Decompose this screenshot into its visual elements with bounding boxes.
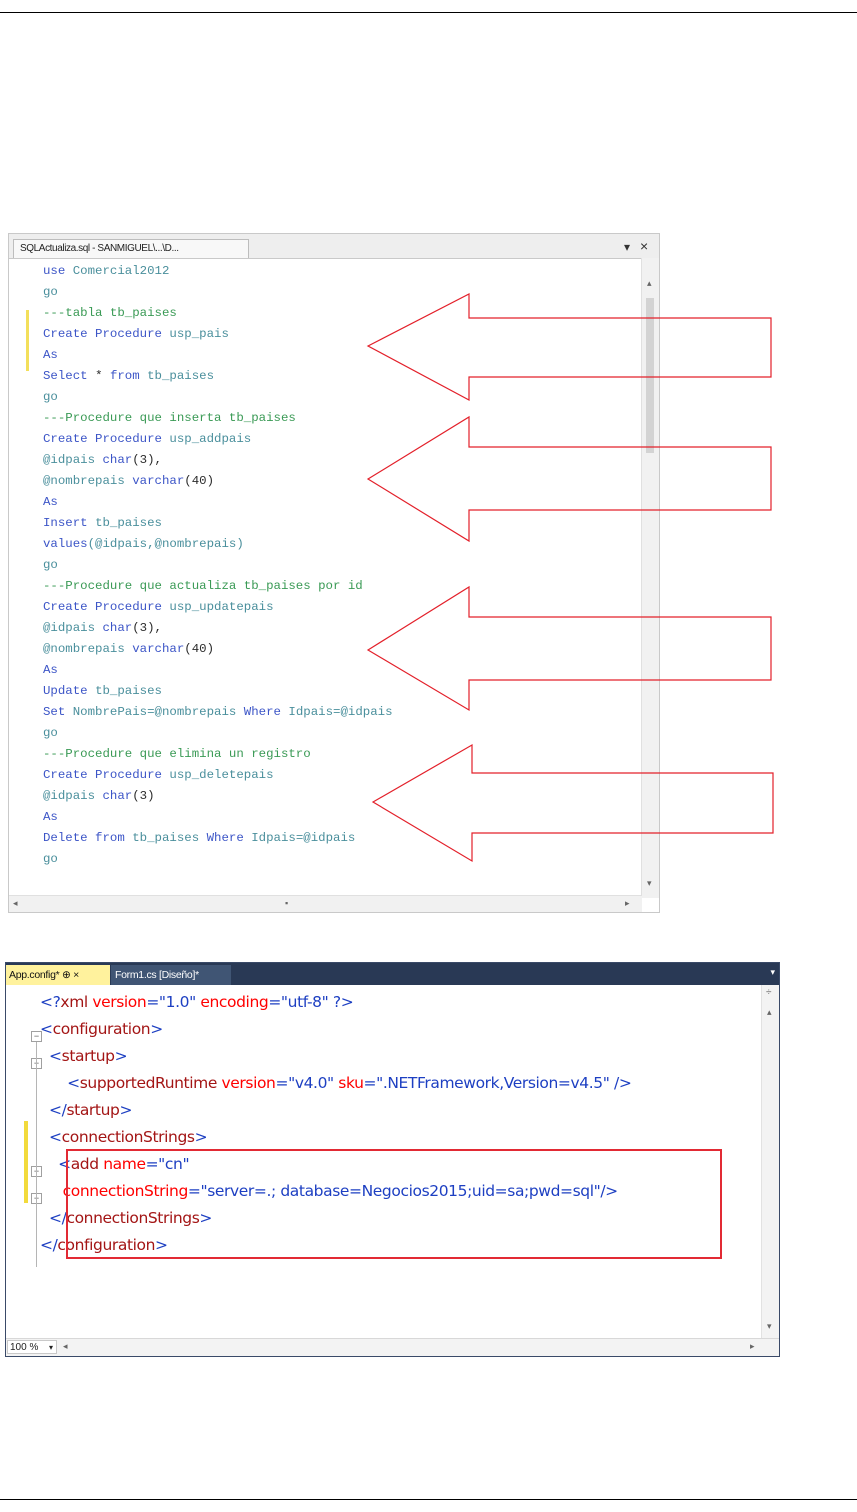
code-token: > <box>114 1047 128 1065</box>
code-token: xml <box>60 993 93 1011</box>
code-token: </ <box>40 1209 67 1227</box>
annotation-arrow-2 <box>366 415 772 543</box>
code-token: sku <box>338 1074 364 1092</box>
tab-app-config[interactable]: App.config* ⊕ × <box>6 965 110 985</box>
code-token: ="utf-8" <box>268 993 333 1011</box>
code-token: connectionStrings <box>61 1128 195 1146</box>
xml-tab-bar: App.config* ⊕ × Form1.cs [Diseño]* ▾ <box>6 963 779 985</box>
tab-dropdown-icon[interactable]: ▾ <box>770 967 775 978</box>
code-token: > <box>119 1101 133 1119</box>
code-token: /> <box>614 1074 632 1092</box>
annotation-arrow-3 <box>366 585 772 712</box>
code-token: startup <box>66 1101 120 1119</box>
tab-form1-design[interactable]: Form1.cs [Diseño]* <box>111 965 231 985</box>
code-token: ?> <box>332 993 354 1011</box>
code-token: startup <box>61 1047 115 1065</box>
annotation-arrow-1 <box>366 293 772 402</box>
code-token: supportedRuntime <box>79 1074 222 1092</box>
code-token: version <box>221 1074 276 1092</box>
code-token: version <box>92 993 147 1011</box>
code-token: =".NETFramework,Version=v4.5" <box>363 1074 614 1092</box>
code-token: ="v4.0" <box>275 1074 339 1092</box>
code-token: < <box>40 1074 80 1092</box>
scroll-down-icon[interactable]: ▾ <box>767 1321 772 1332</box>
xml-code-line: <connectionStrings> <box>40 1124 760 1151</box>
code-token: <? <box>40 993 61 1011</box>
xml-code-line: <startup> <box>40 1043 760 1070</box>
code-token: < <box>40 1047 62 1065</box>
horizontal-scrollbar: 100 % ▾ ◂ ▸ <box>6 1338 779 1356</box>
xml-code-line: <?xml version="1.0" encoding="utf-8" ?> <box>40 989 760 1016</box>
xml-code-line: </startup> <box>40 1097 760 1124</box>
outline-guide <box>36 1042 37 1267</box>
split-icon[interactable]: ÷ <box>766 987 772 998</box>
chevron-down-icon: ▾ <box>48 1343 53 1352</box>
zoom-select[interactable]: 100 % ▾ <box>7 1340 57 1354</box>
code-token: encoding <box>200 993 269 1011</box>
code-token: < <box>40 1128 62 1146</box>
code-token: > <box>194 1128 208 1146</box>
code-token: </ <box>40 1101 67 1119</box>
annotation-arrow-4 <box>371 743 774 863</box>
vertical-scrollbar[interactable]: ÷ ▴ ▾ <box>761 985 779 1341</box>
scroll-up-icon[interactable]: ▴ <box>767 1007 772 1018</box>
code-token: ="1.0" <box>146 993 201 1011</box>
code-token: configuration <box>52 1020 151 1038</box>
code-token: </ <box>40 1236 58 1254</box>
highlight-box <box>66 1149 722 1259</box>
code-token: > <box>150 1020 163 1038</box>
scroll-left-icon[interactable]: ◂ <box>63 1341 68 1352</box>
scroll-right-icon[interactable]: ▸ <box>750 1341 755 1352</box>
code-token: < <box>40 1020 53 1038</box>
zoom-value: 100 % <box>10 1342 39 1353</box>
xml-editor-window: App.config* ⊕ × Form1.cs [Diseño]* ▾ − −… <box>5 962 780 1357</box>
xml-code-line: <supportedRuntime version="v4.0" sku=".N… <box>40 1070 760 1097</box>
xml-code-line: <configuration> <box>40 1016 760 1043</box>
change-marker <box>24 1121 28 1203</box>
